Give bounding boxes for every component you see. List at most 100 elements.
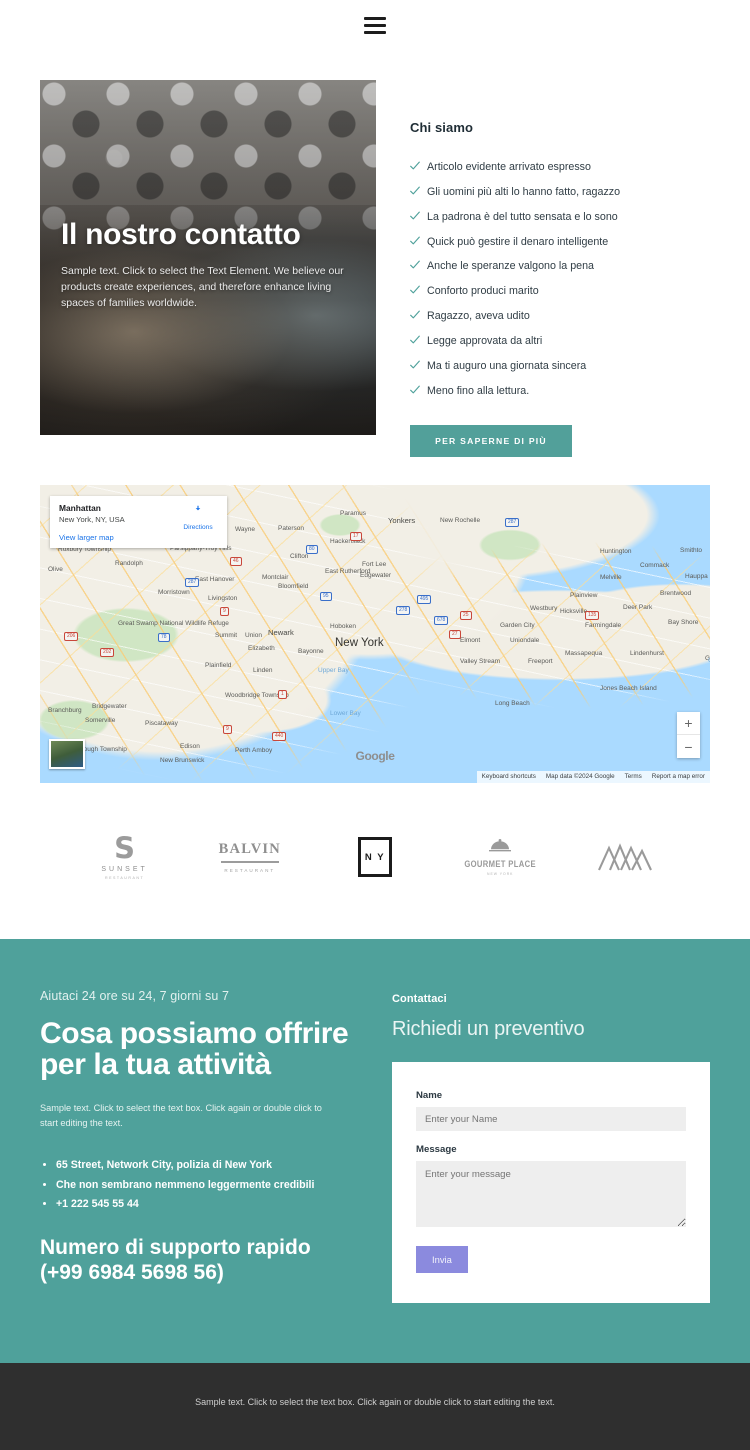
- check-icon: [410, 385, 420, 398]
- logo-balvin-name: BALVIN: [218, 841, 281, 858]
- map-label: Branchburg: [48, 707, 82, 715]
- check-icon: [410, 310, 420, 323]
- learn-more-button[interactable]: PER SAPERNE DI PIÙ: [410, 425, 572, 458]
- check-icon: [410, 335, 420, 348]
- map-label: Linden: [253, 667, 273, 675]
- support-heading: Numero di supporto rapido: [40, 1236, 311, 1260]
- map-label: Elizabeth: [248, 645, 275, 653]
- about-list-item-label: Articolo evidente arrivato espresso: [427, 161, 591, 174]
- map-route-shield: 678: [434, 616, 449, 626]
- about-check-list: Articolo evidente arrivato espresso Gli u…: [410, 155, 710, 403]
- cta-eyebrow: Aiutaci 24 ore su 24, 7 giorni su 7: [40, 989, 230, 1004]
- hero-subtitle: Sample text. Click to select the Text El…: [61, 264, 344, 310]
- map-route-shield: 46: [230, 557, 242, 567]
- map-route-shield: 135: [585, 611, 600, 621]
- map-attribution-item[interactable]: Keyboard shortcuts: [477, 771, 541, 783]
- view-larger-map-link[interactable]: View larger map: [59, 533, 218, 542]
- map-label: Montclair: [262, 574, 289, 582]
- map-label: New Brunswick: [160, 757, 205, 765]
- map-route-shield: 78: [158, 633, 170, 643]
- about-list-item-label: Ma ti auguro una giornata sincera: [427, 359, 587, 372]
- map-zoom-controls[interactable]: + −: [677, 712, 700, 759]
- map-route-shield: 17: [350, 532, 362, 542]
- hamburger-bar: [364, 16, 386, 20]
- map-label: Upper Bay: [318, 667, 349, 675]
- hamburger-bar: [364, 23, 386, 27]
- map-attribution-item[interactable]: Map data ©2024 Google: [541, 771, 620, 783]
- hero-text-block: Il nostro contatto Sample text. Click to…: [61, 218, 358, 311]
- map-route-shield: 95: [320, 592, 332, 602]
- map-label: Clifton: [290, 553, 309, 561]
- logo-sunset-sub: RESTAURANT: [105, 875, 145, 880]
- google-logo: Google: [355, 749, 395, 764]
- map-label: Union: [245, 632, 262, 640]
- map-route-shield: 27: [449, 630, 461, 640]
- site-header: [0, 0, 750, 50]
- cta-left-column: Aiutaci 24 ore su 24, 7 giorni su 7 Cosa…: [40, 989, 360, 1303]
- map-label: Morristown: [158, 589, 190, 597]
- zoom-out-button[interactable]: −: [677, 735, 700, 758]
- logo-ny: N Y: [312, 827, 437, 887]
- name-label: Name: [416, 1090, 443, 1102]
- check-icon: [410, 360, 420, 373]
- map-label: Smithto: [680, 547, 703, 555]
- map-label: Valley Stream: [460, 658, 500, 666]
- logo-sunset: S SUNSET RESTAURANT: [62, 827, 187, 887]
- logo-sunset-mark: S: [114, 830, 136, 865]
- message-field-group: Message: [416, 1144, 686, 1232]
- about-list-item-label: Meno fino alla lettura.: [427, 384, 530, 397]
- map-label: New Rochelle: [440, 517, 481, 525]
- map-attribution-item[interactable]: Terms: [620, 771, 647, 783]
- cta-contact-list: 65 Street, Network City, polizia di New …: [40, 1156, 360, 1214]
- map-label: Hoboken: [330, 623, 357, 631]
- map-label: Paramus: [340, 510, 367, 518]
- map-route-shield: 25: [460, 611, 472, 621]
- map-label: Livingston: [208, 595, 238, 603]
- logo-gourmet-sub: NEW YORK: [487, 871, 514, 876]
- about-list-item: Articolo evidente arrivato espresso: [410, 155, 710, 180]
- map-route-shield: 495: [417, 595, 432, 605]
- about-list-item: Ragazzo, aveva udito: [410, 304, 710, 329]
- about-list-item-label: La padrona è del tutto sensata e lo sono: [427, 210, 618, 223]
- name-input[interactable]: [416, 1107, 686, 1132]
- directions-button[interactable]: Directions: [177, 504, 219, 531]
- check-icon: [410, 161, 420, 174]
- message-textarea[interactable]: [416, 1161, 686, 1228]
- map-route-shield: 206: [64, 632, 79, 642]
- mountains-icon: [598, 843, 653, 871]
- map-label: Paterson: [278, 525, 305, 533]
- logo-ny-mark: N Y: [364, 851, 386, 863]
- logo-ny-frame: N Y: [358, 837, 392, 878]
- about-list-item-label: Conforto produci marito: [427, 285, 539, 298]
- directions-icon: [195, 505, 201, 517]
- hamburger-icon[interactable]: [364, 16, 386, 34]
- map-label: Westbury: [530, 605, 558, 613]
- about-list-item: Conforto produci marito: [410, 279, 710, 304]
- check-icon: [410, 260, 420, 273]
- map-label: Jones Beach Island: [600, 685, 657, 693]
- map-info-card[interactable]: Manhattan New York, NY, USA View larger …: [50, 496, 227, 549]
- map-route-shield: 202: [100, 648, 115, 658]
- google-map[interactable]: New York Newark Yonkers Hoboken Paterson Para…: [40, 485, 710, 784]
- map-label: Freeport: [528, 658, 553, 666]
- about-list-item: Quick può gestire il denaro intelligente: [410, 229, 710, 254]
- map-label: Randolph: [115, 560, 143, 568]
- footer-text: Sample text. Click to select the text bo…: [195, 1397, 555, 1408]
- zoom-in-button[interactable]: +: [677, 712, 700, 736]
- about-list-item: Gli uomini più alti lo hanno fatto, raga…: [410, 180, 710, 205]
- map-label: Brentwood: [660, 590, 692, 598]
- map-route-shield: 440: [272, 732, 287, 742]
- map-label: Edison: [180, 743, 200, 751]
- support-number: (+99 6984 5698 56): [40, 1260, 224, 1284]
- submit-button[interactable]: Invia: [416, 1246, 468, 1274]
- map-label: Edgewater: [360, 572, 392, 580]
- logo-balvin-rule: [220, 861, 279, 863]
- form-heading: Richiedi un preventivo: [392, 1018, 585, 1041]
- map-attribution: Keyboard shortcuts Map data ©2024 Google T…: [476, 771, 710, 784]
- map-satellite-thumbnail[interactable]: [49, 739, 85, 770]
- logo-balvin: BALVIN RESTAURANT: [187, 827, 312, 887]
- map-attribution-item[interactable]: Report a map error: [647, 771, 710, 783]
- logo-gourmet-name: GOURMET PLACE: [464, 858, 536, 869]
- map-route-shield: 80: [306, 545, 318, 555]
- hero-title: Il nostro contatto: [61, 218, 301, 251]
